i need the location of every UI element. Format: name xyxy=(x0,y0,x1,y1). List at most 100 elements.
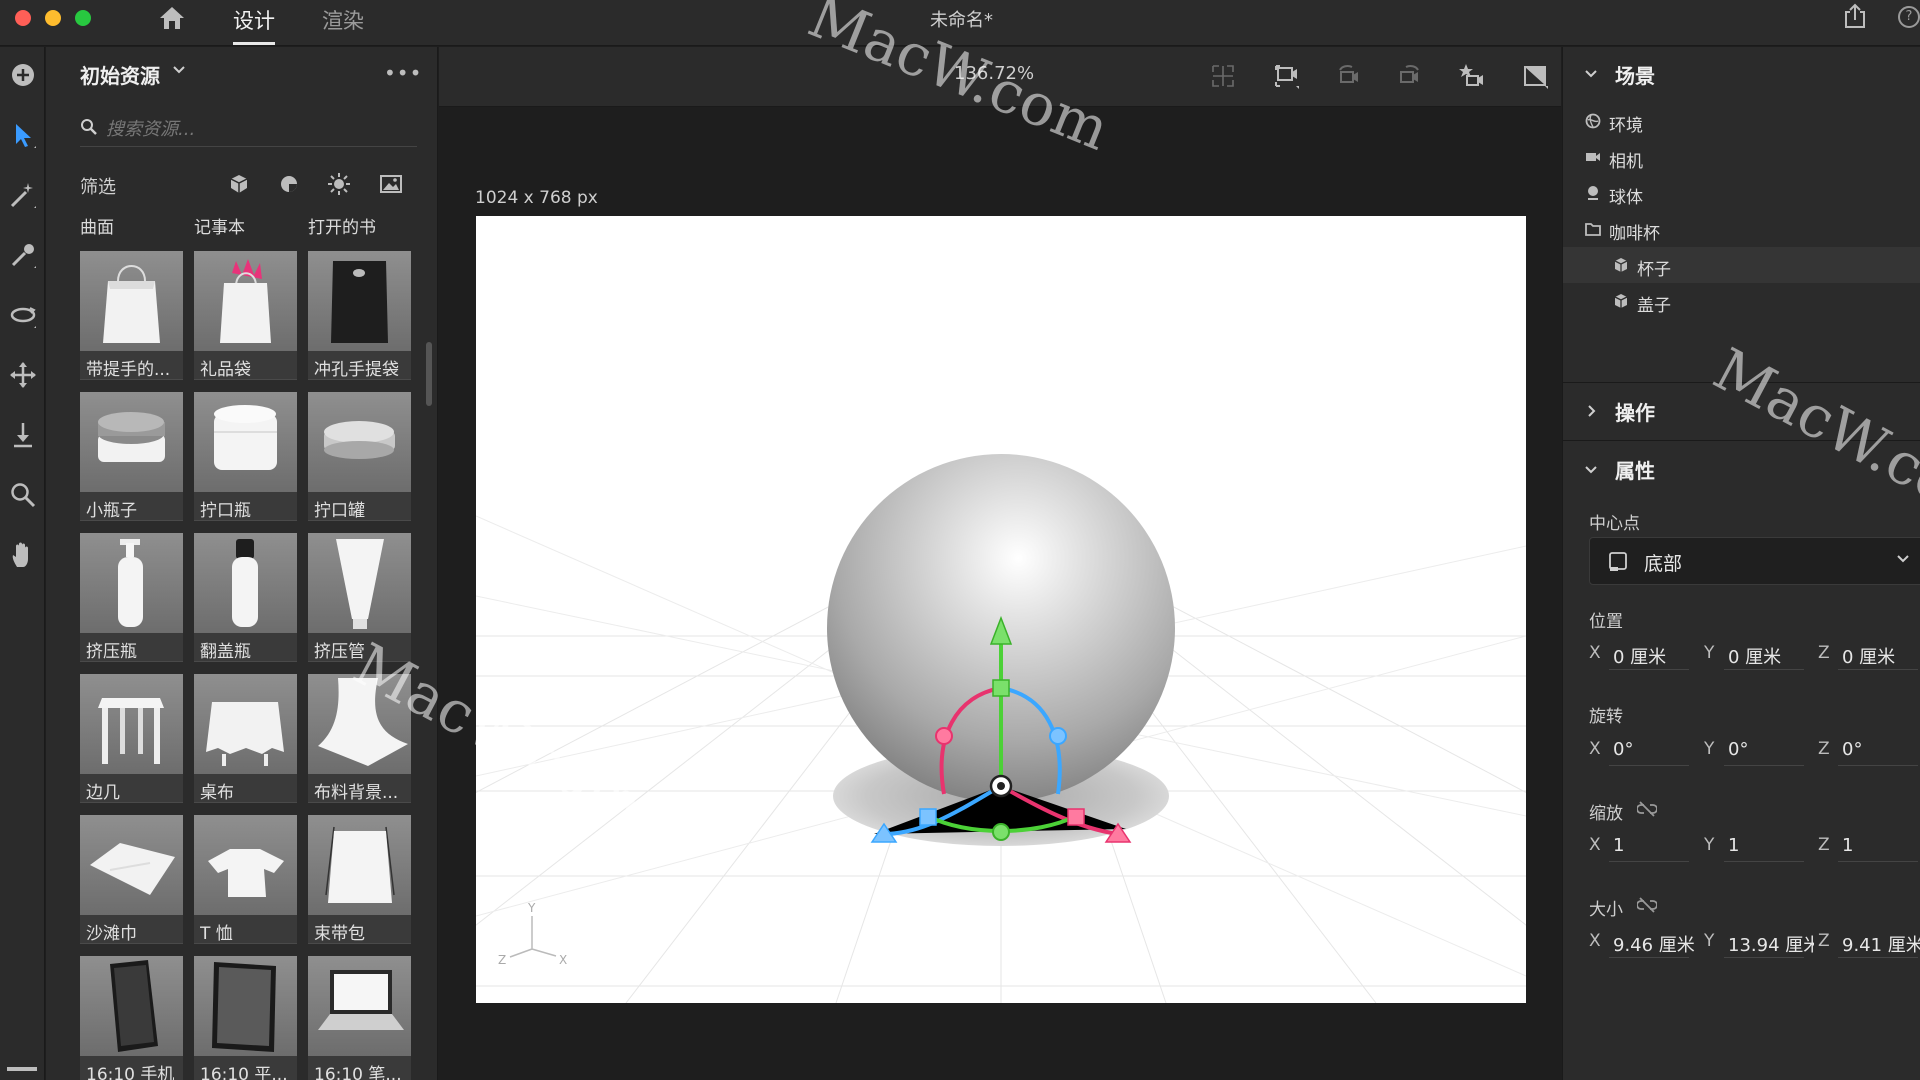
render-canvas[interactable]: Y X Z xyxy=(476,216,1526,1003)
screw-cap-can-thumbnail xyxy=(308,392,411,492)
select-icon[interactable] xyxy=(8,120,38,150)
zoom-icon[interactable] xyxy=(8,480,38,510)
properties-section-title[interactable]: 属性 xyxy=(1615,455,1655,484)
squeeze-tube-thumbnail xyxy=(308,533,411,633)
model-filter-icon[interactable] xyxy=(226,171,252,197)
add-icon[interactable] xyxy=(8,60,38,90)
position-y-field[interactable]: Y0 厘米 xyxy=(1704,637,1807,671)
search-box xyxy=(80,112,417,147)
asset-tile[interactable]: 小瓶子 xyxy=(80,392,183,521)
chevron-down-icon xyxy=(1897,555,1909,563)
asset-tile[interactable]: 拧口罐 xyxy=(308,392,411,521)
asset-label: T 恤 xyxy=(200,924,233,944)
assets-scrollbar[interactable] xyxy=(426,342,432,406)
rotation-x-field[interactable]: X 0° xyxy=(1589,733,1692,767)
asset-tile[interactable]: 挤压瓶 xyxy=(80,533,183,662)
scale-y-field[interactable]: Y1 xyxy=(1704,829,1807,863)
asset-tile[interactable]: 16:10 笔... xyxy=(308,956,411,1080)
bookmark-camera-icon[interactable] xyxy=(1457,62,1485,90)
asset-tile[interactable]: T 恤 xyxy=(194,815,297,944)
zoom-level[interactable]: 136.72% xyxy=(954,63,1034,84)
asset-tile[interactable]: 布料背景... xyxy=(308,674,411,803)
tab-render[interactable]: 渲染 xyxy=(322,5,364,45)
assets-title[interactable]: 初始资源 xyxy=(80,60,160,89)
actions-section-title[interactable]: 操作 xyxy=(1615,397,1655,426)
magic-wand-icon[interactable] xyxy=(8,180,38,210)
rotation-x-value: 0° xyxy=(1613,739,1634,760)
asset-tile[interactable]: 拧口瓶 xyxy=(194,392,297,521)
size-x-value: 9.46 厘米 xyxy=(1613,935,1695,956)
asset-tile[interactable]: 束带包 xyxy=(308,815,411,944)
size-z-field[interactable]: Z 9.41 厘米 xyxy=(1818,925,1920,959)
render-preview-icon[interactable] xyxy=(1521,62,1549,90)
scene-section-title[interactable]: 场景 xyxy=(1615,60,1655,89)
unlink-icon[interactable] xyxy=(1637,801,1657,817)
chevron-down-icon[interactable] xyxy=(172,65,186,75)
asset-label[interactable]: 打开的书 xyxy=(308,213,376,238)
drop-to-floor-icon[interactable] xyxy=(8,420,38,450)
unlink-icon[interactable] xyxy=(1637,897,1657,913)
image-filter-icon[interactable] xyxy=(378,171,404,197)
chevron-down-icon[interactable] xyxy=(1585,69,1597,79)
asset-tile[interactable]: 翻盖瓶 xyxy=(194,533,297,662)
asset-label[interactable]: 记事本 xyxy=(194,213,245,238)
close-window-button[interactable] xyxy=(15,10,31,26)
search-input[interactable] xyxy=(106,114,406,144)
more-options-icon[interactable]: ••• xyxy=(384,61,422,85)
asset-tile[interactable]: 冲孔手提袋 xyxy=(308,251,411,380)
viewport[interactable]: 1024 x 768 px Y X Z xyxy=(439,108,1561,1080)
rotation-y-field[interactable]: Y 0° xyxy=(1704,733,1807,767)
asset-tile[interactable]: 带提手的... xyxy=(80,251,183,380)
drawstring-bag-thumbnail xyxy=(308,815,411,915)
help-icon[interactable]: ? xyxy=(1898,6,1920,28)
asset-tile[interactable]: 礼品袋 xyxy=(194,251,297,380)
eyedropper-icon[interactable] xyxy=(8,240,38,270)
asset-tile[interactable]: 挤压管 xyxy=(308,533,411,662)
pan-hand-icon[interactable] xyxy=(8,540,38,570)
asset-tile[interactable]: 边几 xyxy=(80,674,183,803)
undo-camera-icon[interactable] xyxy=(1334,62,1362,90)
material-filter-icon[interactable] xyxy=(276,171,302,197)
laptop-mockup-thumbnail xyxy=(308,956,411,1056)
scene-item-coffee-cup[interactable]: 咖啡杯 xyxy=(1585,211,1920,247)
asset-tile[interactable]: 16:10 手机 xyxy=(80,956,183,1080)
scene-item-sphere[interactable]: 球体 xyxy=(1585,175,1920,211)
frame-icon[interactable] xyxy=(1209,62,1237,90)
asset-tile[interactable]: 沙滩巾 xyxy=(80,815,183,944)
screw-cap-bottle-thumbnail xyxy=(194,392,297,492)
share-icon[interactable] xyxy=(1842,3,1868,29)
size-y-field[interactable]: Y 13.94 厘米 xyxy=(1704,925,1814,959)
search-icon xyxy=(81,119,97,135)
chevron-right-icon[interactable] xyxy=(1587,405,1597,417)
asset-tile[interactable]: 16:10 平... xyxy=(194,956,297,1080)
home-icon[interactable] xyxy=(157,5,187,31)
position-z-field[interactable]: Z0 厘米 xyxy=(1818,637,1920,671)
pivot-dropdown[interactable]: 底部 xyxy=(1589,537,1920,585)
scene-view[interactable]: Y X Z xyxy=(476,216,1526,1003)
scale-z-field[interactable]: Z1 xyxy=(1818,829,1920,863)
tablet-mockup-thumbnail xyxy=(194,956,297,1056)
move-icon[interactable] xyxy=(8,360,38,390)
asset-label[interactable]: 曲面 xyxy=(80,213,114,238)
camera-fit-icon[interactable] xyxy=(1272,62,1300,90)
scene-item-lid[interactable]: 盖子 xyxy=(1563,283,1920,319)
minimize-window-button[interactable] xyxy=(45,10,61,26)
scene-item-label: 球体 xyxy=(1609,188,1643,208)
position-x-field[interactable]: X0 厘米 xyxy=(1589,637,1692,671)
panel-toggle-icon[interactable] xyxy=(7,1067,37,1071)
tab-design[interactable]: 设计 xyxy=(233,5,275,45)
redo-camera-icon[interactable] xyxy=(1396,62,1424,90)
asset-tile[interactable]: 桌布 xyxy=(194,674,297,803)
small-jar-thumbnail xyxy=(80,392,183,492)
scene-item-cup[interactable]: 杯子 xyxy=(1563,247,1920,283)
scale-x-field[interactable]: X1 xyxy=(1589,829,1692,863)
rotation-z-field[interactable]: Z 0° xyxy=(1818,733,1920,767)
scene-item-camera[interactable]: 相机 xyxy=(1585,139,1920,175)
zoom-window-button[interactable] xyxy=(75,10,91,26)
folder-icon xyxy=(1585,223,1601,236)
scene-item-environment[interactable]: 环境 xyxy=(1585,103,1920,139)
orbit-icon[interactable] xyxy=(8,300,38,330)
chevron-down-icon[interactable] xyxy=(1585,465,1597,475)
light-filter-icon[interactable] xyxy=(326,171,352,197)
size-x-field[interactable]: X 9.46 厘米 xyxy=(1589,925,1699,959)
